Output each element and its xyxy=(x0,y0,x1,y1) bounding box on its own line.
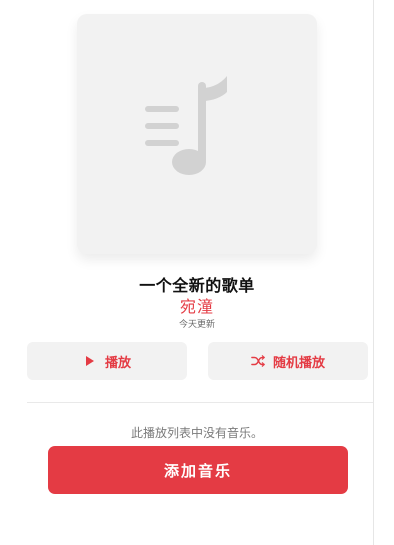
empty-playlist-message: 此播放列表中没有音乐。 xyxy=(130,426,263,440)
add-music-button[interactable]: 添加音乐 xyxy=(48,446,348,494)
play-button[interactable]: 播放 xyxy=(27,342,187,380)
shuffle-button[interactable]: 随机播放 xyxy=(208,342,368,380)
playlist-artwork xyxy=(77,14,317,254)
shuffle-icon xyxy=(251,354,265,368)
shuffle-button-label: 随机播放 xyxy=(272,355,325,371)
add-music-button-label: 添加音乐 xyxy=(163,461,232,480)
list-line-2 xyxy=(145,123,179,129)
note-flag xyxy=(202,76,227,101)
playlist-updated-status: 今天更新 xyxy=(178,320,215,330)
playlist-screen: 一个全新的歌单 宛潼 今天更新 播放 随机播放 此播放列表中没有音乐。 添加音乐 xyxy=(0,0,394,545)
section-divider xyxy=(27,402,373,403)
play-button-label: 播放 xyxy=(104,355,131,371)
note-head xyxy=(172,149,206,175)
playlist-author[interactable]: 宛潼 xyxy=(0,293,394,317)
list-line-1 xyxy=(145,106,179,112)
right-divider xyxy=(373,0,374,545)
play-icon xyxy=(83,354,97,368)
music-note-icon xyxy=(145,76,227,175)
list-line-3 xyxy=(145,140,179,146)
